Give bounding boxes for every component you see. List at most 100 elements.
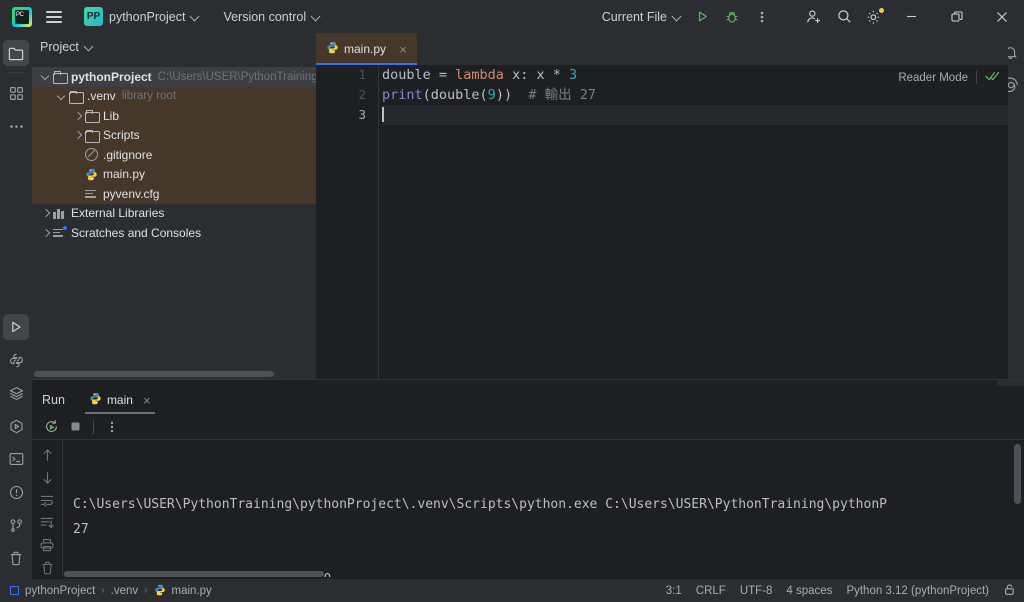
- tree-item-lib[interactable]: Lib: [32, 106, 316, 126]
- divider: [976, 71, 977, 84]
- project-selector[interactable]: PP pythonProject: [78, 4, 205, 29]
- tree-item--venv[interactable]: .venv library root: [32, 86, 316, 106]
- console-gutter: [32, 440, 62, 577]
- sidebar-item-problems[interactable]: [3, 479, 29, 505]
- maximize-button[interactable]: [934, 0, 979, 33]
- sidebar-item-python-console[interactable]: [3, 347, 29, 373]
- more-vertical-icon[interactable]: [101, 416, 123, 438]
- tree-item-pyvenv-cfg[interactable]: pyvenv.cfg: [32, 184, 316, 204]
- code-line-3[interactable]: [382, 105, 1008, 125]
- scroll-down-button[interactable]: [36, 469, 58, 488]
- minimize-button[interactable]: [889, 0, 934, 33]
- caret-position[interactable]: 3:1: [666, 585, 682, 597]
- version-control-menu[interactable]: Version control: [217, 4, 326, 29]
- rerun-button[interactable]: [40, 416, 62, 438]
- project-panel-header[interactable]: Project: [32, 33, 316, 61]
- close-button[interactable]: [979, 0, 1024, 33]
- editor-run-splitter[interactable]: [32, 379, 1024, 380]
- clear-all-trash-icon[interactable]: [36, 559, 58, 578]
- double-check-icon[interactable]: [985, 70, 1000, 85]
- breadcrumb-item-venv[interactable]: .venv: [111, 585, 139, 597]
- breadcrumb-item-project[interactable]: pythonProject: [10, 585, 95, 597]
- tree-item-label: Scripts: [103, 128, 140, 143]
- gear-icon[interactable]: [859, 0, 889, 33]
- chevron-down-icon[interactable]: [40, 71, 51, 82]
- add-user-icon[interactable]: [799, 0, 829, 33]
- scroll-up-button[interactable]: [36, 446, 58, 465]
- chevron-down-icon[interactable]: [56, 91, 67, 102]
- editor-gutter: 1 2 3: [316, 65, 379, 379]
- tree-item-scripts[interactable]: Scripts: [32, 125, 316, 145]
- chevron-right-icon[interactable]: [72, 110, 83, 121]
- stop-button[interactable]: [64, 416, 86, 438]
- python-icon: [85, 168, 98, 181]
- reader-mode-indicator[interactable]: Reader Mode: [898, 70, 1000, 85]
- code-line-2[interactable]: print(double(9)) # 輸出 27: [382, 85, 1008, 105]
- editor-tab-main-py[interactable]: main.py ×: [316, 33, 418, 65]
- title-bar-right-controls: Current File: [596, 0, 1024, 33]
- tree-item--gitignore[interactable]: .gitignore: [32, 145, 316, 165]
- code-editor[interactable]: 1 2 3 double = lambda x: x * 3 print(double…: [316, 65, 1008, 379]
- run-panel-title: Run: [42, 393, 65, 407]
- run-config-label: Current File: [601, 9, 667, 24]
- run-tab-main[interactable]: main ×: [84, 386, 155, 414]
- more-vertical-icon[interactable]: [747, 0, 777, 33]
- close-icon[interactable]: ×: [397, 42, 409, 57]
- code-token: double: [382, 67, 439, 83]
- console-vertical-scrollbar[interactable]: [1014, 444, 1021, 504]
- sidebar-item-database[interactable]: [3, 380, 29, 406]
- chevron-right-icon[interactable]: [72, 130, 83, 141]
- chevron-down-icon[interactable]: [85, 43, 93, 51]
- printer-icon[interactable]: [36, 536, 58, 555]
- left-tool-strip: [0, 33, 32, 579]
- sidebar-item-version-control[interactable]: [3, 512, 29, 538]
- breadcrumb-label-2: main.py: [171, 584, 212, 597]
- hamburger-menu-icon[interactable]: [40, 4, 68, 29]
- sidebar-item-terminal[interactable]: [3, 446, 29, 472]
- console-output[interactable]: C:\Users\USER\PythonTraining\pythonProje…: [62, 440, 1024, 577]
- chevron-right-icon[interactable]: [40, 227, 51, 238]
- run-panel-header: Run main ×: [32, 386, 1024, 414]
- run-configuration-selector[interactable]: Current File: [596, 4, 687, 29]
- file-encoding[interactable]: UTF-8: [740, 585, 773, 597]
- folder-icon: [53, 71, 68, 85]
- sidebar-item-structure[interactable]: [3, 80, 29, 106]
- config-file-icon: [85, 187, 98, 200]
- tree-item-main-py[interactable]: main.py: [32, 164, 316, 184]
- tree-item-suffix: C:\Users\USER\PythonTraining\python: [157, 70, 316, 83]
- python-icon: [89, 392, 102, 408]
- run-button[interactable]: [687, 0, 717, 33]
- chevron-right-icon[interactable]: [40, 208, 51, 219]
- editor-tab-label: main.py: [344, 42, 387, 56]
- settings-notification-dot: [879, 8, 884, 13]
- interpreter-selector[interactable]: Python 3.12 (pythonProject): [846, 585, 989, 597]
- tree-item-external-libraries[interactable]: External Libraries: [32, 204, 316, 224]
- line-separator[interactable]: CRLF: [696, 585, 726, 597]
- scroll-to-end-button[interactable]: [36, 514, 58, 533]
- search-icon[interactable]: [829, 0, 859, 33]
- sidebar-item-services[interactable]: [3, 413, 29, 439]
- breadcrumb-item-file[interactable]: main.py: [154, 584, 212, 598]
- indent-setting[interactable]: 4 spaces: [786, 585, 832, 597]
- console-line-2: 27: [73, 522, 89, 537]
- editor-code-content[interactable]: double = lambda x: x * 3 print(double(9))…: [380, 65, 1008, 379]
- console-horizontal-scrollbar[interactable]: [62, 570, 1024, 578]
- debug-button[interactable]: [717, 0, 747, 33]
- close-icon[interactable]: ×: [143, 393, 151, 408]
- sidebar-item-trash[interactable]: [3, 545, 29, 571]
- line-number-1: 1: [358, 67, 366, 82]
- tree-item-pythonproject[interactable]: pythonProject C:\Users\USER\PythonTrainin…: [32, 67, 316, 87]
- pycharm-logo-icon[interactable]: [6, 4, 38, 29]
- project-horizontal-scrollbar[interactable]: [32, 369, 316, 378]
- sidebar-item-run[interactable]: [3, 314, 29, 340]
- soft-wrap-button[interactable]: [36, 491, 58, 510]
- text-caret: [382, 107, 384, 122]
- status-bar: pythonProject › .venv › main.py 3:1 CRLF…: [0, 579, 1024, 602]
- sidebar-item-project[interactable]: [3, 40, 29, 66]
- breadcrumb-separator: ›: [144, 585, 148, 596]
- unlocked-icon[interactable]: [1003, 583, 1016, 599]
- sidebar-item-more[interactable]: [3, 113, 29, 139]
- tree-item-scratches-and-consoles[interactable]: Scratches and Consoles: [32, 223, 316, 243]
- project-badge: PP: [84, 7, 103, 26]
